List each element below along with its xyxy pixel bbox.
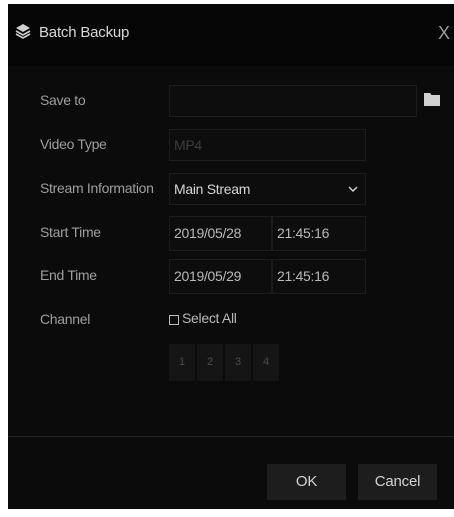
footer-divider — [8, 436, 454, 437]
start-time-label: Start Time — [40, 224, 101, 240]
save-to-label: Save to — [40, 92, 86, 108]
stream-information-label: Stream Information — [40, 180, 154, 196]
chevron-down-icon — [348, 186, 358, 193]
close-button[interactable]: X — [438, 23, 454, 43]
batch-backup-dialog: Batch Backup X Save to Video Type MP4 St… — [8, 4, 454, 509]
dialog-title-bar: Batch Backup X — [8, 4, 454, 66]
cancel-button[interactable]: Cancel — [358, 464, 437, 500]
ok-button[interactable]: OK — [267, 464, 346, 500]
start-date-field[interactable]: 2019/05/28 — [169, 216, 272, 251]
channel-button-3[interactable]: 3 — [225, 344, 251, 381]
layers-icon — [15, 24, 31, 39]
channel-button-4[interactable]: 4 — [253, 344, 279, 381]
save-path-field[interactable] — [169, 85, 417, 117]
dialog-title: Batch Backup — [39, 24, 130, 41]
channel-label: Channel — [40, 311, 91, 327]
channel-button-1[interactable]: 1 — [169, 344, 195, 381]
folder-icon[interactable] — [424, 92, 440, 106]
channel-button-2[interactable]: 2 — [197, 344, 223, 381]
end-time-field[interactable]: 21:45:16 — [272, 259, 366, 294]
select-all-label[interactable]: Select All — [182, 310, 237, 326]
video-type-label: Video Type — [40, 136, 107, 152]
video-type-field: MP4 — [169, 129, 366, 161]
select-all-checkbox[interactable] — [169, 315, 179, 325]
start-time-field[interactable]: 21:45:16 — [272, 216, 366, 251]
stream-information-value: Main Stream — [174, 181, 251, 197]
end-date-field[interactable]: 2019/05/29 — [169, 259, 272, 294]
end-time-label: End Time — [40, 267, 97, 283]
stream-information-select[interactable]: Main Stream — [169, 173, 366, 205]
